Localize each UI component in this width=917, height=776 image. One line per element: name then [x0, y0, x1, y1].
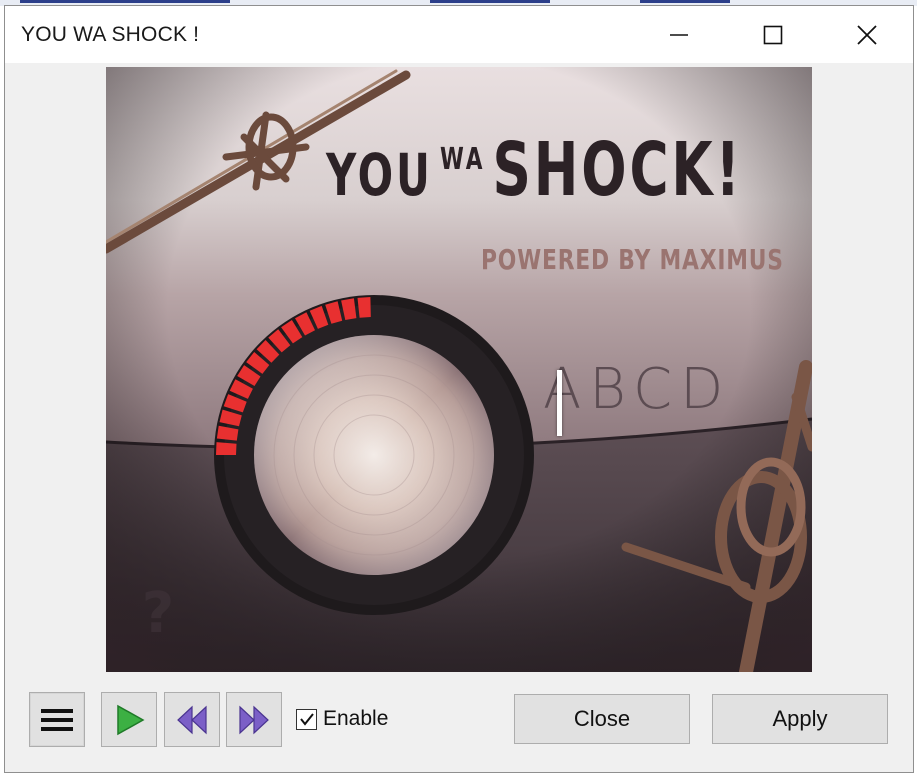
help-icon[interactable]: ? — [128, 581, 188, 653]
artwork-title: YOU WASHOCK! — [326, 127, 743, 213]
maximize-button[interactable] — [726, 6, 820, 63]
plugin-artwork: YOU WASHOCK! POWERED BY MAXIMUS ABCD ? — [106, 67, 812, 672]
close-icon — [857, 24, 877, 45]
title-you: YOU — [326, 141, 433, 209]
fast-forward-icon — [239, 705, 269, 734]
title-wa: WA — [440, 142, 486, 177]
apply-button[interactable]: Apply — [712, 694, 888, 744]
title-shock: SHOCK! — [492, 127, 743, 213]
checkmark-icon — [299, 713, 314, 726]
maximize-icon — [763, 25, 783, 44]
plugin-window: YOU WA SHOCK ! YOU WASHOCK! POWERED BY M… — [4, 5, 914, 773]
play-button[interactable] — [101, 692, 157, 747]
enable-label: Enable — [323, 707, 389, 730]
hamburger-icon — [41, 708, 73, 731]
previous-preset-button[interactable] — [164, 692, 220, 747]
enable-control: Enable — [296, 706, 388, 732]
menu-button[interactable] — [29, 692, 85, 747]
title-bar[interactable]: YOU WA SHOCK ! — [5, 6, 913, 63]
minimize-icon — [670, 33, 688, 36]
artwork-subtitle: POWERED BY MAXIMUS — [481, 243, 784, 276]
knob-label: ABCD — [543, 357, 732, 422]
close-window-button[interactable] — [820, 6, 914, 63]
next-preset-button[interactable] — [226, 692, 282, 747]
text-cursor — [557, 370, 562, 436]
rewind-icon — [177, 705, 207, 734]
shock-knob[interactable] — [217, 295, 531, 609]
minimize-button[interactable] — [632, 6, 726, 63]
window-title: YOU WA SHOCK ! — [21, 23, 200, 46]
close-button[interactable]: Close — [514, 694, 690, 744]
enable-checkbox[interactable] — [296, 708, 317, 730]
play-icon — [117, 704, 145, 735]
